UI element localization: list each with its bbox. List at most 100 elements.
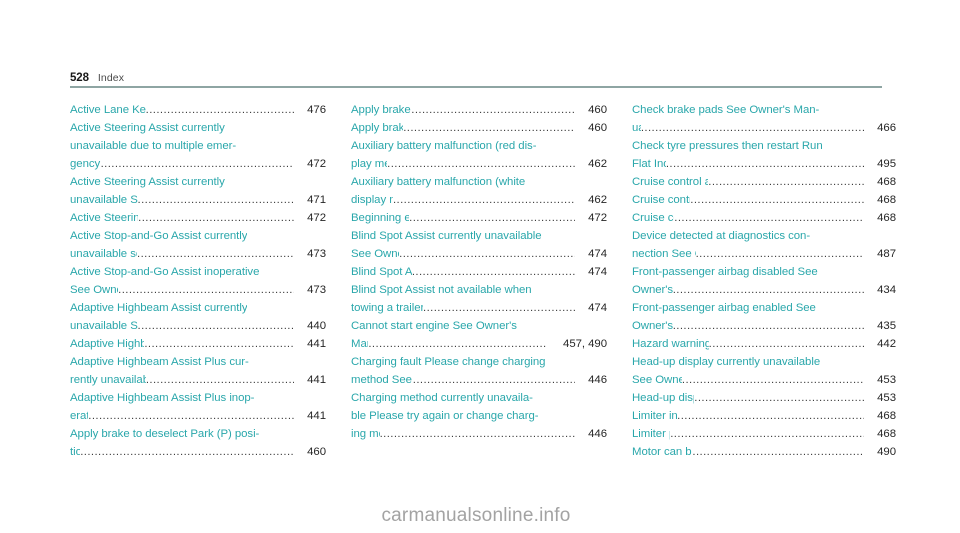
index-entry-final-line: Head-up display inoperative 453 — [632, 389, 896, 407]
index-page-reference[interactable]: 473 — [294, 281, 326, 299]
index-page-reference[interactable]: 472 — [294, 155, 326, 173]
index-entry[interactable]: Adaptive Highbeam Assist Plus cur-rently… — [70, 353, 326, 389]
index-entry-text: Active Lane Keeping Assist inoperative — [70, 104, 146, 116]
index-page-reference[interactable]: 446 — [575, 371, 607, 389]
index-entry[interactable]: Cannot start engine See Owner's Manual 457… — [351, 317, 607, 353]
index-page-reference[interactable]: 495 — [864, 155, 896, 173]
index-entry[interactable]: Head-up display inoperative 453 — [632, 389, 896, 407]
index-page-reference[interactable]: 472 — [294, 209, 326, 227]
index-page-reference[interactable]: 468 — [864, 407, 896, 425]
index-page-reference[interactable]: 466 — [864, 119, 896, 137]
page-title: Index — [97, 72, 125, 84]
index-entry-text: Cruise control and Limiter inoperative — [632, 176, 709, 188]
dot-leader — [709, 335, 864, 353]
index-entry[interactable]: Adaptive Highbeam Assist Plus inop-erati… — [70, 389, 326, 425]
index-page-reference[interactable]: 476 — [294, 101, 326, 119]
index-entry[interactable]: Front-passenger airbag disabled See Owner… — [632, 263, 896, 299]
index-entry[interactable]: Motor can be started again 490 — [632, 443, 896, 461]
index-entry-final-line: Active Steering Assist inoperative 472 — [70, 209, 326, 227]
index-entry[interactable]: Active Lane Keeping Assist inoperative 47… — [70, 101, 326, 119]
index-page-reference[interactable]: 453 — [864, 389, 896, 407]
index-entry[interactable]: Active Stop-and-Go Assist currently unava… — [70, 227, 326, 263]
index-page-reference[interactable]: 446 — [575, 425, 607, 443]
index-page-reference[interactable]: 490 — [864, 443, 896, 461]
index-entry[interactable]: Auxiliary battery malfunction (white disp… — [351, 173, 607, 209]
index-entry-wrap-line: Head-up display currently unavailable — [632, 353, 896, 371]
index-page-reference[interactable]: 435 — [864, 317, 896, 335]
index-page-reference[interactable]: 460 — [575, 119, 607, 137]
index-entry[interactable]: Charging fault Please change charging met… — [351, 353, 607, 389]
dot-leader — [146, 371, 294, 389]
index-entry[interactable]: Blind Spot Assist inoperative 474 — [351, 263, 607, 281]
index-entry[interactable]: Apply brake to select D or R 460 — [351, 101, 607, 119]
index-page-reference[interactable]: 460 — [294, 443, 326, 461]
index-page-reference[interactable]: 434 — [864, 281, 896, 299]
index-entry[interactable]: Active Steering Assist currently unavaila… — [70, 173, 326, 209]
index-entry-wrap-line: Auxiliary battery malfunction (red dis- — [351, 137, 607, 155]
index-entry-wrap-line: Charging fault Please change charging — [351, 353, 607, 371]
index-page-reference[interactable]: 468 — [864, 209, 896, 227]
index-entry-final-line: gency stops 472 — [70, 155, 326, 173]
index-entry[interactable]: Cruise control off 468 — [632, 209, 896, 227]
index-entry[interactable]: Apply brake to deselect Park (P) posi-ti… — [70, 425, 326, 461]
index-page-reference[interactable]: 474 — [575, 299, 607, 317]
index-entry-wrap-line: Active Stop-and-Go Assist inoperative — [70, 263, 326, 281]
index-page-reference[interactable]: 460 — [575, 101, 607, 119]
index-entry[interactable]: Auxiliary battery malfunction (red dis-p… — [351, 137, 607, 173]
index-entry-text: nection See Owner's Manual — [632, 248, 696, 260]
index-entry-final-line: unavailable see Owner's Manual 473 — [70, 245, 326, 263]
index-entry[interactable]: Cruise control and Limiter inoperative 46… — [632, 173, 896, 191]
index-entry[interactable]: Active Steering Assist currently unavaila… — [70, 119, 326, 173]
index-page-reference[interactable]: 468 — [864, 173, 896, 191]
index-entry[interactable]: Device detected at diagnostics con-necti… — [632, 227, 896, 263]
index-entry[interactable]: Apply brake to select R 460 — [351, 119, 607, 137]
index-page-reference[interactable]: 473 — [294, 245, 326, 263]
header-row: 528 Index — [70, 72, 882, 86]
index-page-reference[interactable]: 468 — [864, 191, 896, 209]
page-folio-number: 528 — [70, 72, 89, 84]
index-entry[interactable]: Charging method currently unavaila-ble P… — [351, 389, 607, 443]
dot-leader — [666, 155, 864, 173]
index-entry-final-line: Adaptive Highbeam Assist inoperative 441 — [70, 335, 326, 353]
index-entry[interactable]: Cruise control inoperative 468 — [632, 191, 896, 209]
index-entry[interactable]: Blind Spot Assist currently unavailable S… — [351, 227, 607, 263]
index-entry-final-line: See Owner's Manual 453 — [632, 371, 896, 389]
index-entry-text: Blind Spot Assist not available when — [351, 284, 532, 296]
index-page-reference[interactable]: 468 — [864, 425, 896, 443]
index-entry[interactable]: Limiter passive 468 — [632, 425, 896, 443]
index-entry[interactable]: Check tyre pressures then restart Run Fla… — [632, 137, 896, 173]
index-entry[interactable]: Beginning emergency stop 472 — [351, 209, 607, 227]
index-entry-text: Motor can be started again — [632, 446, 692, 458]
index-entry-text: See Owner's Manual — [351, 248, 399, 260]
index-entry[interactable]: Adaptive Highbeam Assist inoperative 441 — [70, 335, 326, 353]
index-page-reference[interactable]: 462 — [575, 191, 607, 209]
index-entry-text: Hazard warning lamps malfunctioning — [632, 338, 709, 350]
index-entry[interactable]: Blind Spot Assist not available when towi… — [351, 281, 607, 317]
index-page-reference[interactable]: 441 — [294, 371, 326, 389]
index-entry[interactable]: Head-up display currently unavailable See… — [632, 353, 896, 389]
dot-leader — [138, 191, 294, 209]
index-page-reference[interactable]: 441 — [294, 335, 326, 353]
index-entry[interactable]: Check brake pads See Owner's Man-ual 466 — [632, 101, 896, 137]
dot-leader — [118, 281, 294, 299]
index-entry[interactable]: Limiter inoperative 468 — [632, 407, 896, 425]
index-entry[interactable]: Adaptive Highbeam Assist currently unavai… — [70, 299, 326, 335]
index-entry[interactable]: Front-passenger airbag enabled See Owner'… — [632, 299, 896, 335]
index-page-reference[interactable]: 471 — [294, 191, 326, 209]
index-entry[interactable]: Active Stop-and-Go Assist inoperative See… — [70, 263, 326, 299]
index-page-reference[interactable]: 474 — [575, 245, 607, 263]
index-entry[interactable]: Active Steering Assist inoperative 472 — [70, 209, 326, 227]
dot-leader — [88, 407, 294, 425]
index-entry-text: Device detected at diagnostics con- — [632, 230, 811, 242]
index-page-reference[interactable]: 441 — [294, 407, 326, 425]
index-page-reference[interactable]: 453 — [864, 371, 896, 389]
index-page-reference[interactable]: 487 — [864, 245, 896, 263]
index-page-reference[interactable]: 457, 490 — [547, 335, 607, 353]
index-page-reference[interactable]: 442 — [864, 335, 896, 353]
index-page-reference[interactable]: 462 — [575, 155, 607, 173]
index-page-reference[interactable]: 472 — [575, 209, 607, 227]
index-page-reference[interactable]: 440 — [294, 317, 326, 335]
index-entry[interactable]: Hazard warning lamps malfunctioning 442 — [632, 335, 896, 353]
index-entry-text: unavailable see Owner's Manual — [70, 248, 137, 260]
index-page-reference[interactable]: 474 — [575, 263, 607, 281]
